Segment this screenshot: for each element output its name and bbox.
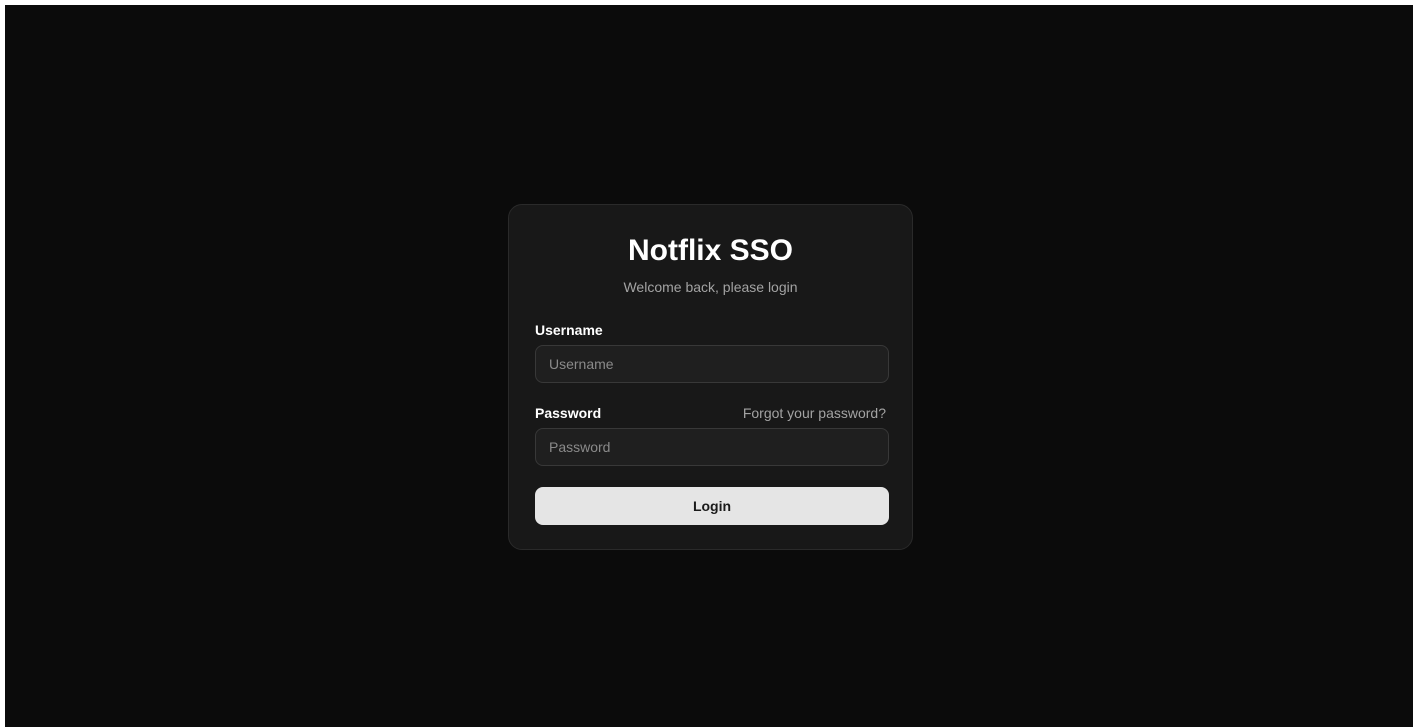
password-label: Password (535, 405, 602, 421)
login-card: Notflix SSO Welcome back, please login U… (508, 204, 913, 550)
login-button[interactable]: Login (535, 487, 889, 525)
password-input[interactable] (535, 428, 889, 466)
username-label: Username (535, 322, 603, 338)
login-subtitle: Welcome back, please login (623, 279, 798, 295)
login-title: Notflix SSO (627, 234, 793, 267)
forgot-password-link[interactable]: Forgot your password? (743, 404, 886, 422)
page-background: Notflix SSO Welcome back, please login U… (5, 5, 1413, 727)
username-input[interactable] (535, 345, 889, 383)
